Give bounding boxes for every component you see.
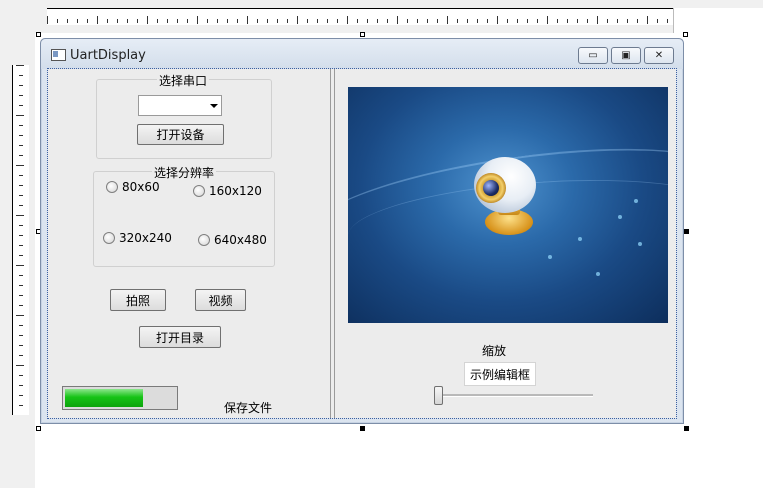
- photo-button[interactable]: 拍照: [110, 289, 166, 311]
- sparkle: [634, 199, 638, 203]
- radio-80x60[interactable]: 80x60: [106, 180, 160, 194]
- selection-handle[interactable]: [683, 32, 688, 37]
- radio-circle[interactable]: [106, 181, 118, 193]
- minimize-button[interactable]: ▭: [578, 47, 608, 64]
- serial-port-combobox[interactable]: [138, 95, 222, 116]
- maximize-button[interactable]: ▣: [611, 47, 641, 64]
- title-bar[interactable]: UartDisplay ▭ ▣ ✕: [41, 39, 683, 69]
- maximize-icon: ▣: [621, 49, 631, 61]
- open-device-button[interactable]: 打开设备: [137, 124, 224, 145]
- save-file-label: 保存文件: [224, 401, 273, 415]
- radio-label: 160x120: [209, 184, 262, 198]
- close-button[interactable]: ✕: [644, 47, 674, 64]
- ruler-corner: [673, 8, 763, 33]
- radio-label: 640x480: [214, 233, 267, 247]
- resolution-group-title: 选择分辨率: [152, 164, 217, 181]
- window-app-icon: [51, 49, 66, 61]
- sparkle: [548, 255, 552, 259]
- radio-circle[interactable]: [103, 232, 115, 244]
- sparkle: [596, 272, 600, 276]
- radio-circle[interactable]: [198, 234, 210, 246]
- window-title: UartDisplay: [70, 48, 146, 63]
- open-directory-label: 打开目录: [155, 330, 204, 345]
- selection-handle[interactable]: [36, 32, 41, 37]
- camera-image-view: [348, 87, 668, 323]
- vertical-ruler: [12, 65, 29, 415]
- sparkle: [578, 237, 582, 241]
- video-button[interactable]: 视频: [195, 289, 246, 311]
- splitter-handle[interactable]: [330, 69, 335, 418]
- sparkle: [618, 215, 622, 219]
- video-label: 视频: [208, 293, 233, 308]
- minimize-icon: ▭: [588, 49, 598, 61]
- radio-circle[interactable]: [193, 185, 205, 197]
- close-icon: ✕: [654, 49, 664, 61]
- resize-handle[interactable]: [684, 426, 689, 431]
- zoom-label: 缩放: [482, 344, 507, 358]
- progress-fill: [65, 389, 143, 407]
- resize-handle[interactable]: [684, 229, 689, 234]
- resize-handle[interactable]: [360, 426, 365, 431]
- selection-handle[interactable]: [360, 32, 365, 37]
- zoom-slider-thumb[interactable]: [434, 386, 443, 405]
- radio-640x480[interactable]: 640x480: [198, 233, 267, 247]
- photo-label: 拍照: [125, 293, 150, 308]
- sample-edit-box-text: 示例编辑框: [469, 367, 530, 382]
- horizontal-ruler: [47, 8, 673, 25]
- chevron-down-icon[interactable]: [210, 104, 218, 108]
- open-directory-button[interactable]: 打开目录: [139, 326, 221, 348]
- uart-display-window: UartDisplay ▭ ▣ ✕ 选择串口 打开设备 选择分辨率 80x60: [40, 38, 684, 424]
- radio-label: 80x60: [122, 180, 160, 194]
- radio-label: 320x240: [119, 231, 172, 245]
- save-progress-bar: [62, 386, 178, 410]
- serial-port-group-title: 选择串口: [157, 72, 210, 89]
- zoom-slider-track[interactable]: [439, 394, 593, 397]
- sparkle: [638, 242, 642, 246]
- client-area: 选择串口 打开设备 选择分辨率 80x60 160x120 320x240 64…: [47, 68, 677, 419]
- sample-edit-box[interactable]: 示例编辑框: [464, 362, 536, 386]
- selection-handle[interactable]: [36, 426, 41, 431]
- webcam-lens: [483, 180, 499, 196]
- serial-port-group: 选择串口: [96, 72, 272, 159]
- open-device-label: 打开设备: [156, 128, 205, 142]
- radio-320x240[interactable]: 320x240: [103, 231, 172, 245]
- radio-160x120[interactable]: 160x120: [193, 184, 262, 198]
